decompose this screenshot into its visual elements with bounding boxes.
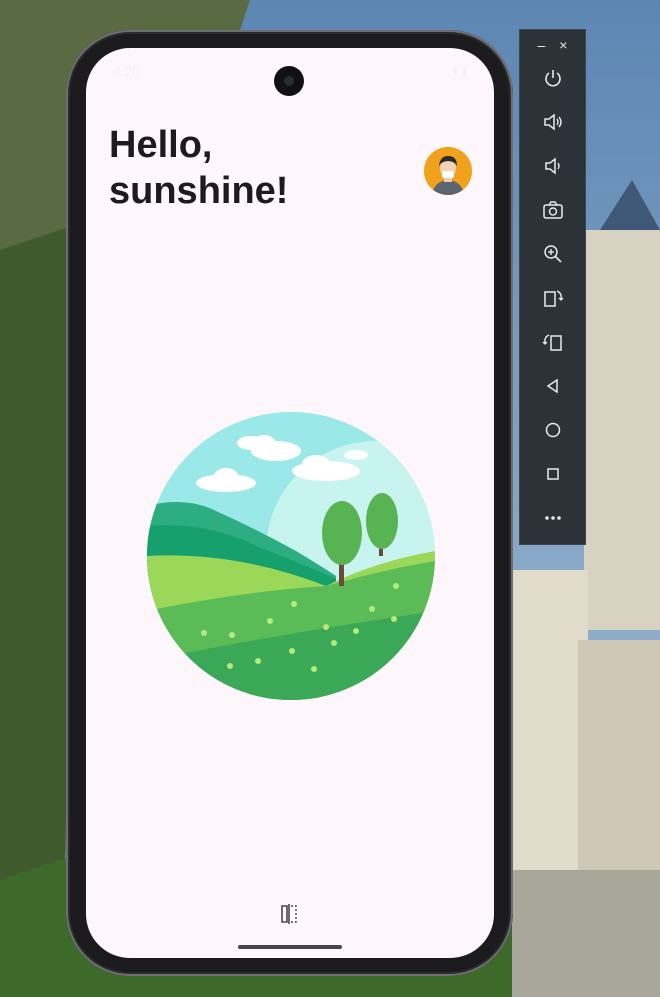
- zoom-icon: [543, 245, 562, 263]
- overview-button[interactable]: [520, 454, 585, 494]
- phone-screen: 4:20 ▾ ▮ Hello, sunshine!: [86, 48, 494, 958]
- more-button[interactable]: [520, 498, 585, 538]
- window-controls: – ×: [520, 30, 585, 60]
- emulator-toolbar: – ×: [519, 29, 586, 545]
- volume-up-button[interactable]: [520, 102, 585, 142]
- avatar[interactable]: [424, 147, 472, 195]
- home-button[interactable]: [520, 410, 585, 450]
- rotate-left-icon: [543, 290, 563, 307]
- front-camera: [274, 66, 304, 96]
- rotate-right-icon: [542, 334, 562, 351]
- overview-icon: [546, 468, 559, 480]
- volume-down-icon: [544, 157, 560, 175]
- gesture-navigation-bar[interactable]: [238, 945, 342, 949]
- greeting-title: Hello, sunshine!: [109, 124, 289, 212]
- back-button[interactable]: [520, 366, 585, 406]
- home-icon: [545, 422, 560, 438]
- rotate-right-button[interactable]: [520, 322, 585, 362]
- status-time: 4:20: [114, 64, 140, 79]
- rotate-left-button[interactable]: [520, 278, 585, 318]
- more-icon: [544, 516, 561, 520]
- screenshot-button[interactable]: [520, 190, 585, 230]
- power-button[interactable]: [520, 58, 585, 98]
- volume-down-button[interactable]: [520, 146, 585, 186]
- zoom-button[interactable]: [520, 234, 585, 274]
- close-button[interactable]: ×: [559, 37, 567, 53]
- back-icon: [546, 378, 558, 394]
- camera-icon: [542, 201, 563, 219]
- volume-up-icon: [543, 113, 562, 131]
- status-icons: ▾ ▮: [452, 64, 468, 78]
- split-screen-icon[interactable]: [279, 903, 299, 925]
- person-icon: [424, 147, 472, 195]
- landscape-illustration: [147, 412, 435, 700]
- minimize-button[interactable]: –: [538, 37, 546, 53]
- power-icon: [544, 70, 561, 87]
